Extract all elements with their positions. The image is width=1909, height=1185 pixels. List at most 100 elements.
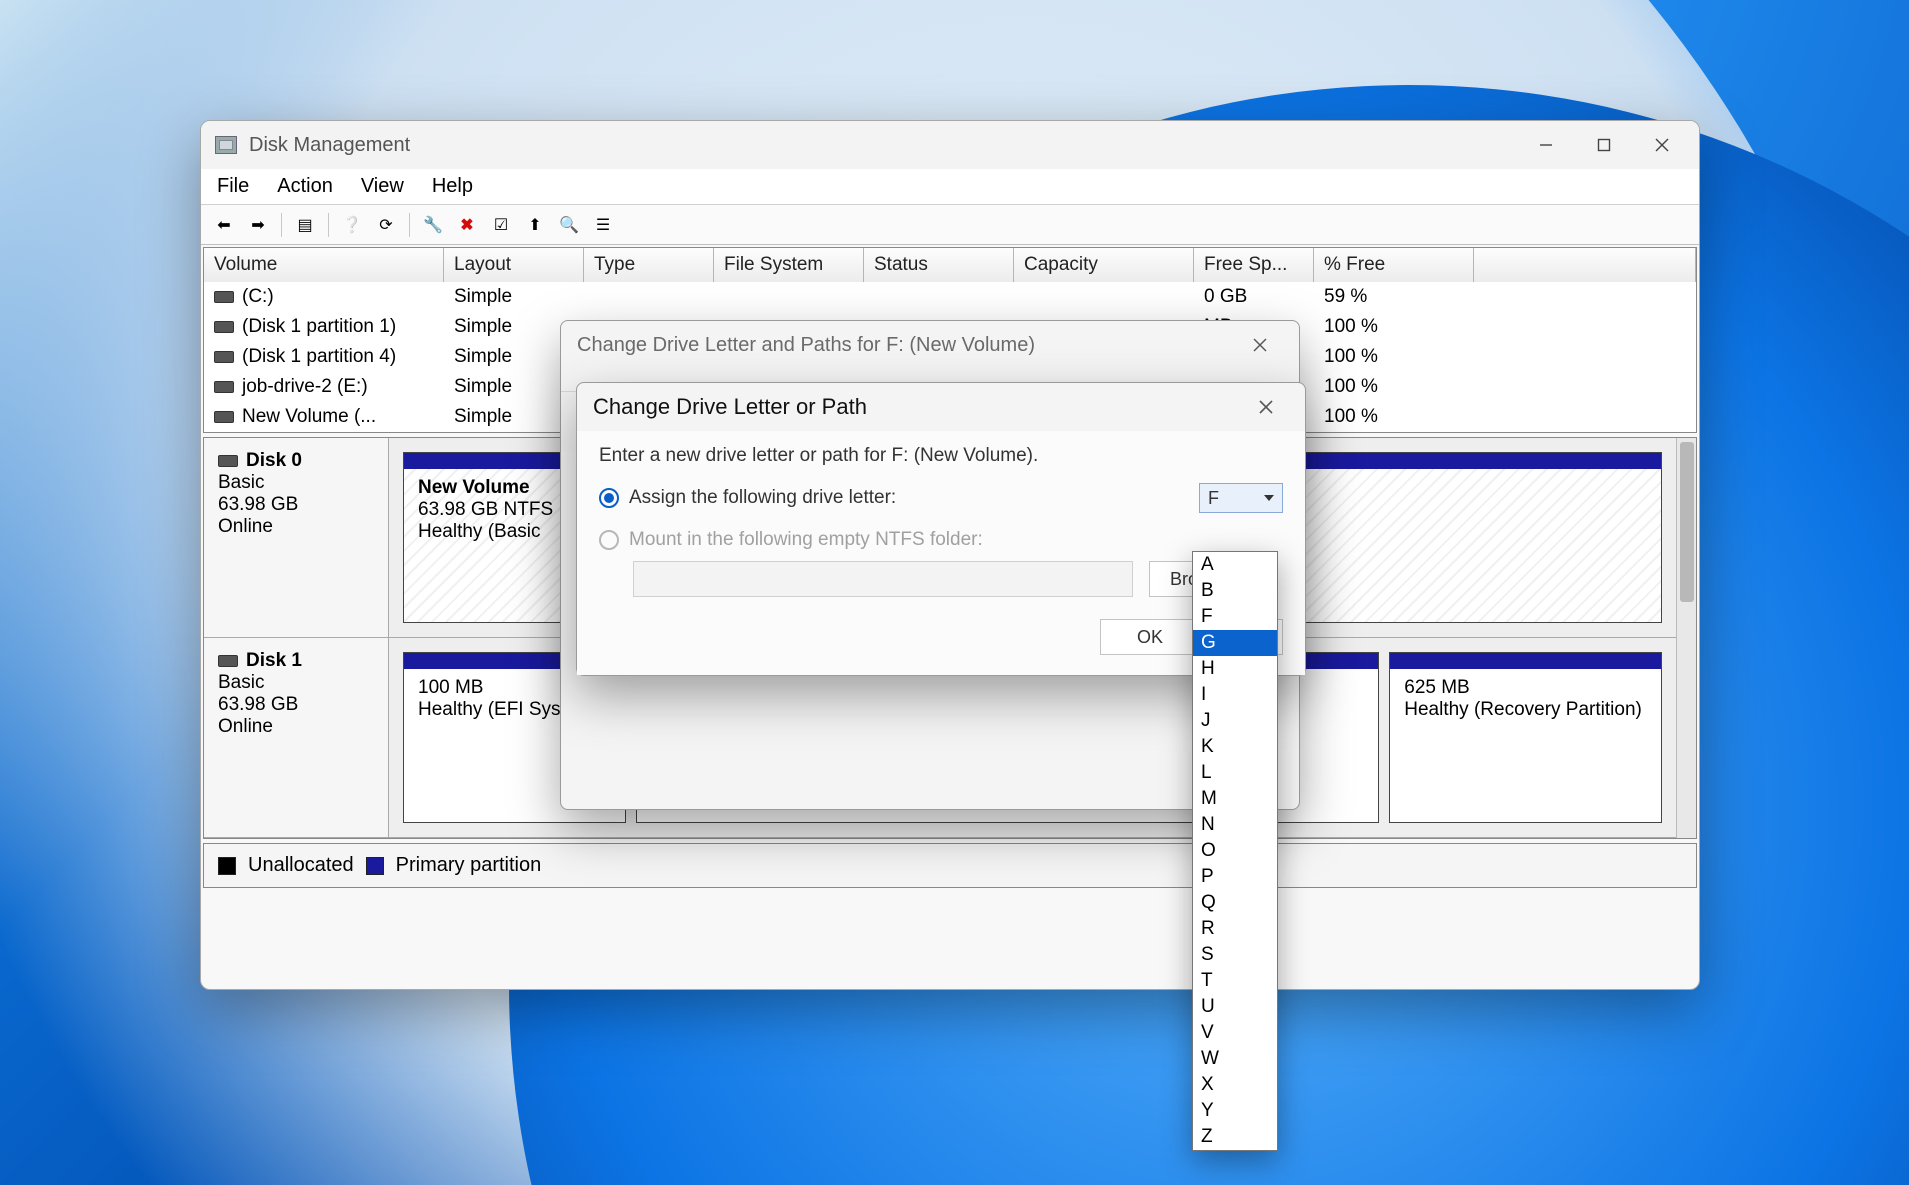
cell-volume: job-drive-2 (E:): [204, 376, 444, 398]
disk-icon: [214, 411, 234, 423]
settings-button[interactable]: 🔧: [418, 211, 448, 239]
dropdown-item[interactable]: P: [1193, 864, 1277, 890]
col-type[interactable]: Type: [584, 248, 714, 282]
dialog-prompt: Enter a new drive letter or path for F: …: [599, 445, 1283, 467]
mount-folder-radio[interactable]: Mount in the following empty NTFS folder…: [599, 529, 1283, 551]
show-hide-console-tree-button[interactable]: ▤: [290, 211, 320, 239]
refresh-button[interactable]: ⟳: [371, 211, 401, 239]
cell-pctfree: 100 %: [1314, 376, 1474, 398]
dropdown-item[interactable]: J: [1193, 708, 1277, 734]
cell-pctfree: 59 %: [1314, 286, 1474, 308]
action-button-2[interactable]: 🔍: [554, 211, 584, 239]
back-button[interactable]: ⬅: [209, 211, 239, 239]
dropdown-item[interactable]: O: [1193, 838, 1277, 864]
table-row[interactable]: (C:)Simple 0 GB59 %: [204, 282, 1696, 312]
legend-swatch-primary: [366, 857, 384, 875]
minimize-button[interactable]: [1517, 125, 1575, 165]
assign-letter-label: Assign the following drive letter:: [629, 487, 896, 509]
cell-pctfree: 100 %: [1314, 406, 1474, 428]
dropdown-item[interactable]: W: [1193, 1046, 1277, 1072]
dropdown-item[interactable]: H: [1193, 656, 1277, 682]
cell-layout: Simple: [444, 286, 584, 308]
dropdown-item[interactable]: L: [1193, 760, 1277, 786]
close-icon[interactable]: [1243, 387, 1289, 427]
partition-status: Healthy (Recovery Partition): [1404, 699, 1647, 721]
col-volume[interactable]: Volume: [204, 248, 444, 282]
dropdown-item[interactable]: Z: [1193, 1124, 1277, 1150]
radio-icon: [599, 530, 619, 550]
disk-icon: [214, 291, 234, 303]
cell-volume: (Disk 1 partition 4): [204, 346, 444, 368]
disk-icon: [214, 381, 234, 393]
dropdown-item[interactable]: F: [1193, 604, 1277, 630]
titlebar[interactable]: Disk Management: [201, 121, 1699, 169]
help-button[interactable]: ❔: [337, 211, 367, 239]
dropdown-item[interactable]: U: [1193, 994, 1277, 1020]
col-freespace[interactable]: Free Sp...: [1194, 248, 1314, 282]
dropdown-item[interactable]: G: [1193, 630, 1277, 656]
delete-button[interactable]: ✖: [452, 211, 482, 239]
drive-letter-dropdown[interactable]: ABFGHIJKLMNOPQRSTUVWXYZ: [1192, 551, 1278, 1151]
col-pctfree[interactable]: % Free: [1314, 248, 1474, 282]
cell-pctfree: 100 %: [1314, 316, 1474, 338]
disk-name: Disk 1: [218, 650, 374, 672]
dropdown-item[interactable]: Q: [1193, 890, 1277, 916]
drive-letter-combobox[interactable]: F: [1199, 483, 1283, 513]
menu-view[interactable]: View: [361, 175, 404, 198]
partition-size: 625 MB: [1404, 677, 1647, 699]
dropdown-item[interactable]: R: [1193, 916, 1277, 942]
menu-file[interactable]: File: [217, 175, 249, 198]
legend-swatch-unallocated: [218, 857, 236, 875]
cell-freespace: 0 GB: [1194, 286, 1314, 308]
dropdown-item[interactable]: Y: [1193, 1098, 1277, 1124]
dropdown-item[interactable]: X: [1193, 1072, 1277, 1098]
maximize-button[interactable]: [1575, 125, 1633, 165]
dialog-title: Change Drive Letter and Paths for F: (Ne…: [577, 334, 1035, 357]
dropdown-item[interactable]: S: [1193, 942, 1277, 968]
col-layout[interactable]: Layout: [444, 248, 584, 282]
radio-icon: [599, 488, 619, 508]
properties-button[interactable]: ☑: [486, 211, 516, 239]
ok-button[interactable]: OK: [1100, 619, 1200, 655]
menu-action[interactable]: Action: [277, 175, 333, 198]
app-icon: [215, 136, 237, 154]
dropdown-item[interactable]: N: [1193, 812, 1277, 838]
col-status[interactable]: Status: [864, 248, 1014, 282]
menubar: File Action View Help: [201, 169, 1699, 205]
dropdown-item[interactable]: I: [1193, 682, 1277, 708]
disk-size: 63.98 GB: [218, 694, 374, 716]
dropdown-item[interactable]: T: [1193, 968, 1277, 994]
forward-button[interactable]: ➡: [243, 211, 273, 239]
mount-folder-label: Mount in the following empty NTFS folder…: [629, 529, 983, 551]
mount-path-input: [633, 561, 1133, 597]
col-filesystem[interactable]: File System: [714, 248, 864, 282]
legend-label-primary: Primary partition: [396, 854, 542, 877]
vertical-scrollbar[interactable]: [1676, 438, 1696, 838]
dialog-title: Change Drive Letter or Path: [593, 394, 867, 420]
dropdown-item[interactable]: V: [1193, 1020, 1277, 1046]
col-capacity[interactable]: Capacity: [1014, 248, 1194, 282]
legend: Unallocated Primary partition: [203, 843, 1697, 888]
close-icon[interactable]: [1237, 325, 1283, 365]
dropdown-item[interactable]: B: [1193, 578, 1277, 604]
cell-pctfree: 100 %: [1314, 346, 1474, 368]
dropdown-item[interactable]: M: [1193, 786, 1277, 812]
close-button[interactable]: [1633, 125, 1691, 165]
dropdown-item[interactable]: A: [1193, 552, 1277, 578]
disk-icon: [218, 655, 238, 667]
assign-letter-radio[interactable]: Assign the following drive letter:: [599, 487, 896, 509]
chevron-down-icon: [1264, 495, 1274, 501]
cell-volume: (C:): [204, 286, 444, 308]
window-title: Disk Management: [249, 134, 410, 157]
action-button-3[interactable]: ☰: [588, 211, 618, 239]
disk-name: Disk 0: [218, 450, 374, 472]
partition[interactable]: 625 MBHealthy (Recovery Partition): [1389, 652, 1662, 823]
disk-type: Basic: [218, 672, 374, 694]
drive-letter-value: F: [1208, 488, 1219, 509]
menu-help[interactable]: Help: [432, 175, 473, 198]
dropdown-item[interactable]: K: [1193, 734, 1277, 760]
action-button-1[interactable]: ⬆: [520, 211, 550, 239]
cell-volume: (Disk 1 partition 1): [204, 316, 444, 338]
cell-volume: New Volume (...: [204, 406, 444, 428]
toolbar: ⬅ ➡ ▤ ❔ ⟳ 🔧 ✖ ☑ ⬆ 🔍 ☰: [201, 205, 1699, 245]
